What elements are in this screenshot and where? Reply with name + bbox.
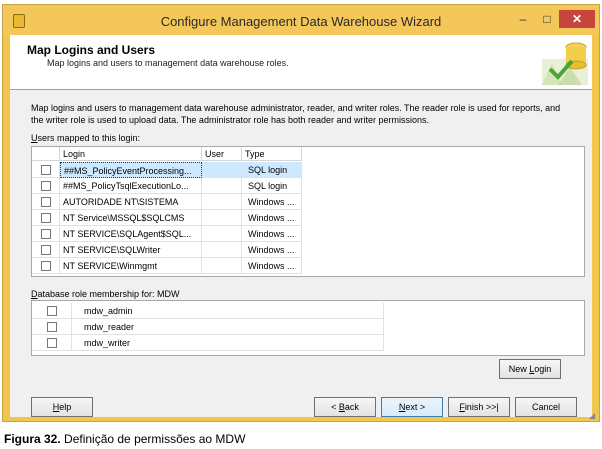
- role-checkbox-cell: [32, 319, 72, 335]
- list-item[interactable]: mdw_admin: [32, 303, 384, 319]
- user-cell[interactable]: [202, 162, 242, 178]
- row-checkbox-cell: [32, 178, 60, 194]
- role-checkbox-cell: [32, 335, 72, 351]
- table-row[interactable]: ##MS_PolicyEventProcessing... SQL login: [32, 162, 302, 178]
- role-checkbox[interactable]: [47, 322, 57, 332]
- login-column-header[interactable]: Login: [60, 147, 202, 161]
- login-cell: NT Service\MSSQL$SQLCMS: [60, 210, 202, 226]
- row-checkbox[interactable]: [41, 197, 51, 207]
- maximize-button[interactable]: □: [535, 10, 559, 28]
- role-checkbox-cell: [32, 303, 72, 319]
- role-name: mdw_writer: [72, 335, 384, 351]
- title-bar[interactable]: Configure Management Data Warehouse Wiza…: [3, 5, 599, 35]
- role-name: mdw_reader: [72, 319, 384, 335]
- type-cell: SQL login: [242, 162, 302, 178]
- row-checkbox[interactable]: [41, 229, 51, 239]
- table-row[interactable]: AUTORIDADE NT\SISTEMA Windows ...: [32, 194, 302, 210]
- page-title: Map Logins and Users: [27, 43, 156, 57]
- type-column-header[interactable]: Type: [242, 147, 302, 161]
- login-cell: AUTORIDADE NT\SISTEMA: [60, 194, 202, 210]
- row-checkbox-cell: [32, 242, 60, 258]
- type-cell: SQL login: [242, 178, 302, 194]
- help-button[interactable]: Help: [31, 397, 93, 417]
- list-item[interactable]: mdw_writer: [32, 335, 384, 351]
- user-cell[interactable]: [202, 242, 242, 258]
- role-checkbox[interactable]: [47, 338, 57, 348]
- table-row[interactable]: NT Service\MSSQL$SQLCMS Windows ...: [32, 210, 302, 226]
- row-checkbox[interactable]: [41, 245, 51, 255]
- user-cell[interactable]: [202, 258, 242, 274]
- table-row[interactable]: NT SERVICE\SQLAgent$SQL... Windows ...: [32, 226, 302, 242]
- close-button[interactable]: ✕: [559, 10, 595, 28]
- page-header: Map Logins and Users Map logins and user…: [10, 35, 592, 90]
- role-checkbox[interactable]: [47, 306, 57, 316]
- minimize-button[interactable]: –: [511, 10, 535, 28]
- wizard-body: Map Logins and Users Map logins and user…: [10, 35, 592, 417]
- type-cell: Windows ...: [242, 194, 302, 210]
- users-mapped-label: Users mapped to this login:: [31, 133, 141, 143]
- role-name: mdw_admin: [72, 303, 384, 319]
- wizard-description: Map logins and users to management data …: [31, 103, 561, 125]
- row-checkbox-cell: [32, 194, 60, 210]
- row-checkbox[interactable]: [41, 261, 51, 271]
- login-cell: ##MS_PolicyEventProcessing...: [60, 162, 202, 178]
- table-row[interactable]: NT SERVICE\Winmgmt Windows ...: [32, 258, 302, 274]
- login-cell: NT SERVICE\SQLAgent$SQL...: [60, 226, 202, 242]
- cancel-button[interactable]: Cancel: [515, 397, 577, 417]
- row-checkbox-cell: [32, 258, 60, 274]
- row-checkbox-cell: [32, 226, 60, 242]
- login-cell: NT SERVICE\Winmgmt: [60, 258, 202, 274]
- row-checkbox[interactable]: [41, 213, 51, 223]
- resize-grip-icon[interactable]: ◢: [589, 411, 597, 420]
- database-check-icon: [542, 42, 588, 85]
- checkbox-column-header: [32, 147, 60, 161]
- row-checkbox[interactable]: [41, 181, 51, 191]
- type-cell: Windows ...: [242, 242, 302, 258]
- type-cell: Windows ...: [242, 226, 302, 242]
- user-cell[interactable]: [202, 178, 242, 194]
- login-cell: NT SERVICE\SQLWriter: [60, 242, 202, 258]
- figure-caption: Figura 32. Definição de permissões ao MD…: [4, 432, 246, 446]
- window-title: Configure Management Data Warehouse Wiza…: [160, 14, 442, 29]
- new-login-button[interactable]: New Login: [499, 359, 561, 379]
- back-button[interactable]: < Back: [314, 397, 376, 417]
- user-cell[interactable]: [202, 210, 242, 226]
- wizard-window: Configure Management Data Warehouse Wiza…: [2, 4, 600, 422]
- login-cell: ##MS_PolicyTsqlExecutionLo...: [60, 178, 202, 194]
- table-row[interactable]: NT SERVICE\SQLWriter Windows ...: [32, 242, 302, 258]
- finish-button[interactable]: Finish >>|: [448, 397, 510, 417]
- row-checkbox[interactable]: [41, 165, 51, 175]
- user-cell[interactable]: [202, 194, 242, 210]
- row-checkbox-cell: [32, 162, 60, 178]
- list-item[interactable]: mdw_reader: [32, 319, 384, 335]
- next-button[interactable]: Next >: [381, 397, 443, 417]
- users-mapping-grid[interactable]: Login User Type ##MS_PolicyEventProcessi…: [31, 146, 585, 277]
- user-cell[interactable]: [202, 226, 242, 242]
- type-cell: Windows ...: [242, 258, 302, 274]
- table-row[interactable]: ##MS_PolicyTsqlExecutionLo... SQL login: [32, 178, 302, 194]
- user-column-header[interactable]: User: [202, 147, 242, 161]
- role-membership-grid[interactable]: mdw_admin mdw_reader mdw_writer: [31, 300, 585, 356]
- database-role-label: Database role membership for: MDW: [31, 289, 180, 299]
- type-cell: Windows ...: [242, 210, 302, 226]
- page-subtitle: Map logins and users to management data …: [47, 58, 289, 68]
- row-checkbox-cell: [32, 210, 60, 226]
